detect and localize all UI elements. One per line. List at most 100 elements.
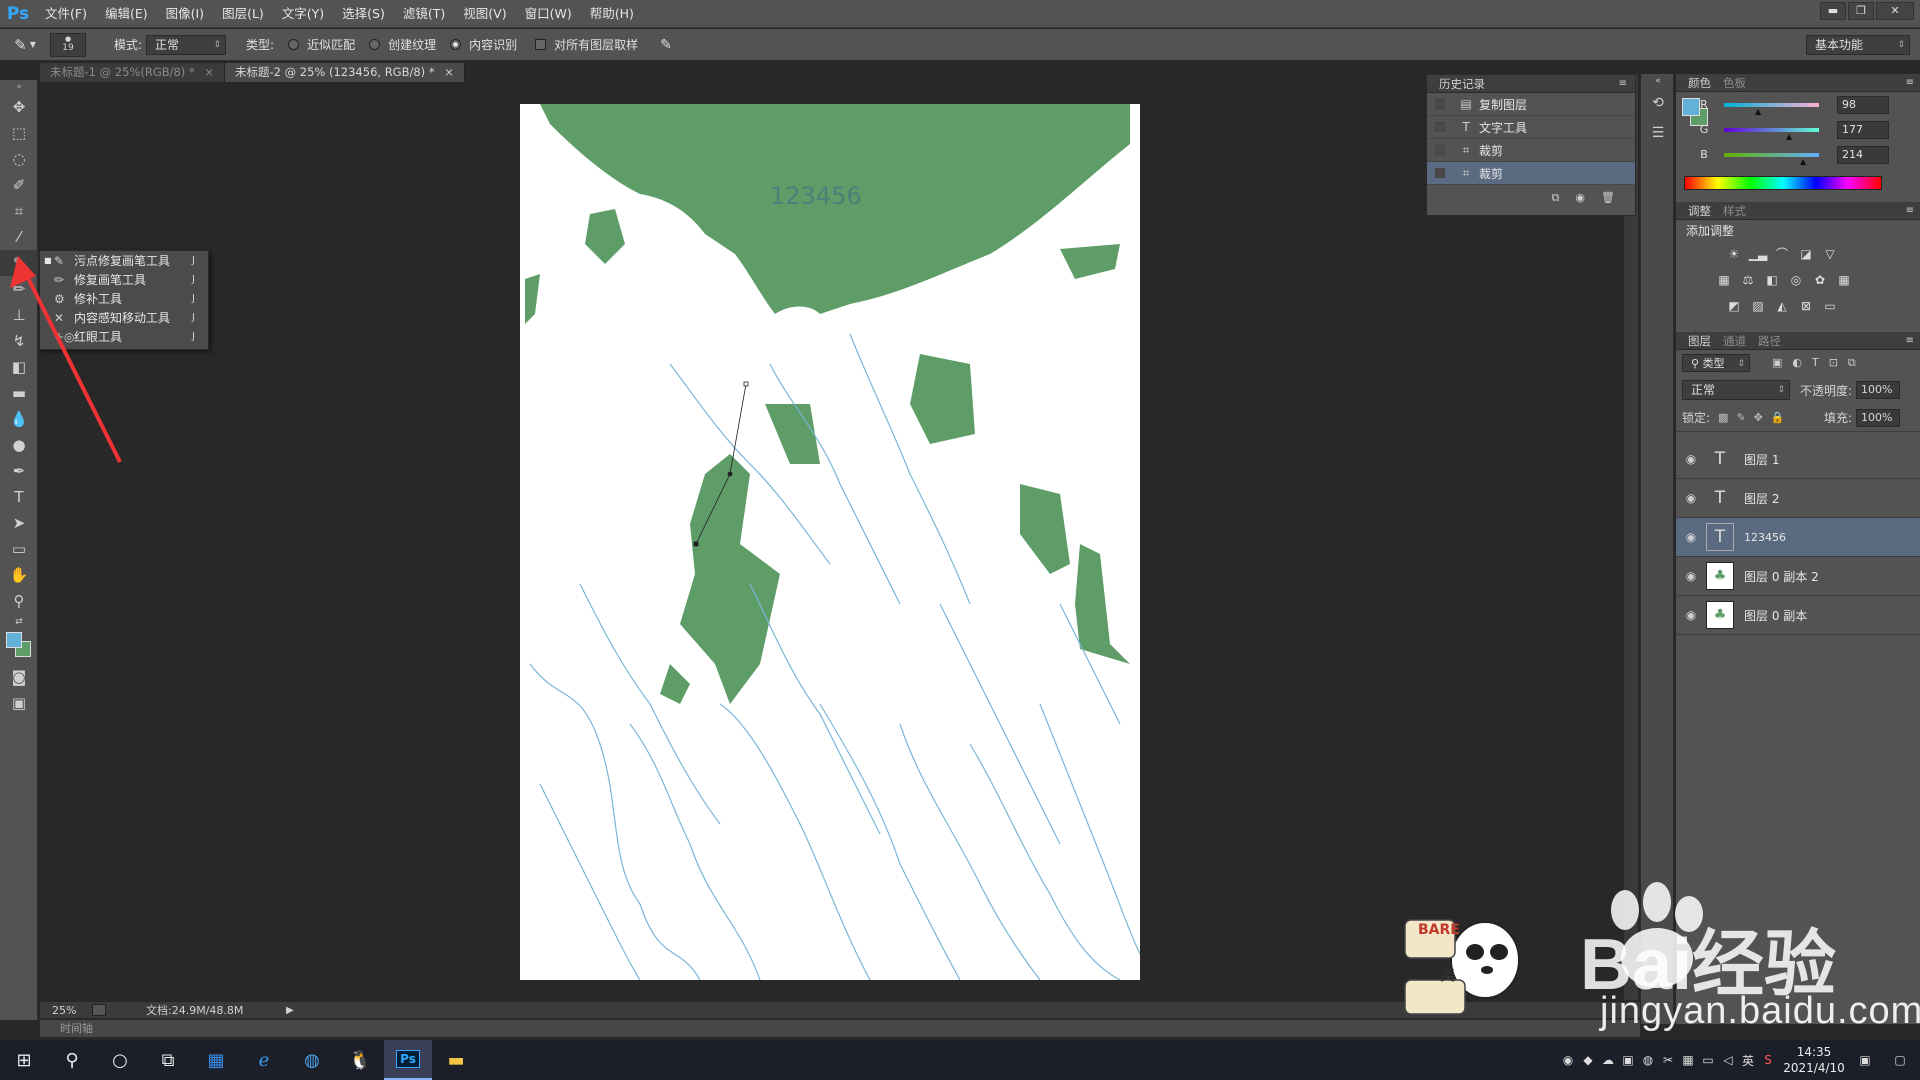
layer-row[interactable]: ◉ ♣ 图层 0 副本 2 <box>1676 557 1920 596</box>
layer-row[interactable]: ◉ ♣ 图层 0 副本 <box>1676 596 1920 635</box>
selective-color-icon[interactable]: ⊠ <box>1794 293 1818 319</box>
levels-icon[interactable]: ▁▃ <box>1746 241 1770 267</box>
windows-start-icon[interactable]: ⊞ <box>0 1040 48 1080</box>
exposure-icon[interactable]: ◪ <box>1794 241 1818 267</box>
restore-button[interactable]: ❐ <box>1848 2 1874 20</box>
sogou-icon[interactable]: S <box>1758 1053 1778 1067</box>
ime-indicator[interactable]: 英 <box>1738 1052 1758 1069</box>
tab-adjustments[interactable]: 调整 <box>1682 203 1717 219</box>
radio-proximity-match[interactable] <box>288 39 300 50</box>
history-source-checkbox[interactable] <box>1435 122 1445 132</box>
sample-all-layers-checkbox[interactable] <box>535 39 547 50</box>
qq-icon[interactable]: 🐧 <box>336 1040 384 1080</box>
volume-icon[interactable]: ◁ <box>1718 1053 1738 1067</box>
history-item[interactable]: ⌗ 裁剪 <box>1427 139 1635 162</box>
menu-file[interactable]: 文件(F) <box>36 0 96 28</box>
layer-filter-icons[interactable]: ▣◐T⊡⧉ <box>1772 356 1866 370</box>
panel-menu-icon[interactable]: ≡ <box>1906 77 1914 88</box>
menu-window[interactable]: 窗口(W) <box>516 0 581 28</box>
type-tool-icon[interactable]: T <box>0 484 38 510</box>
collapse-icon[interactable]: « <box>1641 74 1675 88</box>
move-tool-icon[interactable]: ✥ <box>0 94 38 120</box>
tray-app-icon[interactable]: ◍ <box>1638 1053 1658 1067</box>
slider-thumb-icon[interactable]: ▲ <box>1755 107 1761 116</box>
file-explorer-icon[interactable]: ▬ <box>432 1040 480 1080</box>
share-icon[interactable] <box>92 1004 106 1016</box>
close-button[interactable]: ✕ <box>1876 2 1914 20</box>
fill-input[interactable]: 100% <box>1856 408 1900 427</box>
menu-type[interactable]: 文字(Y) <box>273 0 333 28</box>
tool-preset-picker[interactable]: ✎ ▼ <box>0 36 50 54</box>
photo-filter-icon[interactable]: ◎ <box>1784 267 1808 293</box>
document-canvas[interactable] <box>520 104 1140 980</box>
tab-color[interactable]: 颜色 <box>1682 75 1717 91</box>
threshold-icon[interactable]: ◭ <box>1770 293 1794 319</box>
vibrance-icon[interactable]: ▽ <box>1818 241 1842 267</box>
workspace-dropdown[interactable]: 基本功能 <box>1806 34 1910 55</box>
tab-history[interactable]: 历史记录 <box>1433 76 1491 92</box>
channel-mixer-icon[interactable]: ✿ <box>1808 267 1832 293</box>
color-balance-icon[interactable]: ⚖ <box>1736 267 1760 293</box>
layer-row[interactable]: ◉ T 图层 2 <box>1676 479 1920 518</box>
tab-swatches[interactable]: 色板 <box>1717 75 1752 91</box>
posterize-icon[interactable]: ▨ <box>1746 293 1770 319</box>
tray-app-icon[interactable]: ◆ <box>1578 1053 1598 1067</box>
invert-icon[interactable]: ◩ <box>1722 293 1746 319</box>
green-value-input[interactable]: 177 <box>1837 120 1889 139</box>
path-select-tool-icon[interactable]: ➤ <box>0 510 38 536</box>
minimize-button[interactable]: ▬ <box>1820 2 1846 20</box>
history-item[interactable]: ▤ 复制图层 <box>1427 93 1635 116</box>
tray-app-icon[interactable]: ✂ <box>1658 1053 1678 1067</box>
marquee-tool-icon[interactable]: ⬚ <box>0 120 38 146</box>
tab-close-icon[interactable]: × <box>204 65 214 79</box>
swap-colors-icon[interactable]: ⇄ <box>0 614 38 630</box>
taskbar-clock[interactable]: 14:35 2021/4/10 <box>1778 1044 1850 1076</box>
screen-mode-icon[interactable]: ▣ <box>0 690 38 716</box>
task-view-icon[interactable]: ⧉ <box>144 1040 192 1080</box>
eye-icon[interactable]: ◉ <box>1676 452 1706 466</box>
eye-icon[interactable]: ◉ <box>1676 530 1706 544</box>
slider-thumb-icon[interactable]: ▲ <box>1786 132 1792 141</box>
cortana-icon[interactable]: ○ <box>96 1040 144 1080</box>
zoom-level[interactable]: 25% <box>52 1004 92 1017</box>
menu-filter[interactable]: 滤镜(T) <box>394 0 454 28</box>
gradient-map-icon[interactable]: ▭ <box>1818 293 1842 319</box>
quick-select-tool-icon[interactable]: ✐ <box>0 172 38 198</box>
blue-slider[interactable]: ▲ <box>1724 152 1819 166</box>
menu-edit[interactable]: 编辑(E) <box>96 0 157 28</box>
hand-tool-icon[interactable]: ✋ <box>0 562 38 588</box>
status-menu-arrow-icon[interactable]: ▶ <box>286 1005 294 1016</box>
tab-styles[interactable]: 样式 <box>1717 203 1752 219</box>
mode-dropdown[interactable]: 正常 <box>146 34 227 55</box>
slider-thumb-icon[interactable]: ▲ <box>1800 157 1806 166</box>
panel-menu-icon[interactable]: ≡ <box>1619 78 1627 89</box>
eye-icon[interactable]: ◉ <box>1676 491 1706 505</box>
tab-channels[interactable]: 通道 <box>1717 333 1752 349</box>
history-item[interactable]: T 文字工具 <box>1427 116 1635 139</box>
brightness-icon[interactable]: ☀ <box>1722 241 1746 267</box>
photoshop-taskbar-icon[interactable]: Ps <box>384 1040 432 1080</box>
tab-paths[interactable]: 路径 <box>1752 333 1787 349</box>
quick-mask-icon[interactable]: ◙ <box>0 664 38 690</box>
tray-app-icon[interactable]: ◉ <box>1558 1053 1578 1067</box>
lasso-tool-icon[interactable]: ◌ <box>0 146 38 172</box>
foreground-color-swatch[interactable] <box>6 632 22 648</box>
shape-tool-icon[interactable]: ▭ <box>0 536 38 562</box>
color-lookup-icon[interactable]: ▦ <box>1832 267 1856 293</box>
layer-filter-dropdown[interactable]: ⚲ 类型 <box>1682 354 1750 373</box>
black-white-icon[interactable]: ◧ <box>1760 267 1784 293</box>
tab-layers[interactable]: 图层 <box>1682 333 1717 349</box>
menu-select[interactable]: 选择(S) <box>333 0 394 28</box>
blue-value-input[interactable]: 214 <box>1837 145 1889 164</box>
panel-menu-icon[interactable]: ≡ <box>1906 205 1914 216</box>
network-icon[interactable]: ▭ <box>1698 1053 1718 1067</box>
eye-icon[interactable]: ◉ <box>1676 608 1706 622</box>
layer-row[interactable]: ◉ T 图层 1 <box>1676 440 1920 479</box>
lock-icons[interactable]: ▩✎✥🔒 <box>1718 411 1793 424</box>
crop-tool-icon[interactable]: ⌗ <box>0 198 38 224</box>
pressure-size-icon[interactable]: ✎ <box>660 37 672 53</box>
tab-untitled-1[interactable]: 未标题-1 @ 25%(RGB/8) * × <box>40 63 225 82</box>
history-item-current[interactable]: ⌗ 裁剪 <box>1427 162 1635 185</box>
zoom-tool-icon[interactable]: ⚲ <box>0 588 38 614</box>
canvas-text-layer[interactable]: 123456 <box>770 182 862 210</box>
